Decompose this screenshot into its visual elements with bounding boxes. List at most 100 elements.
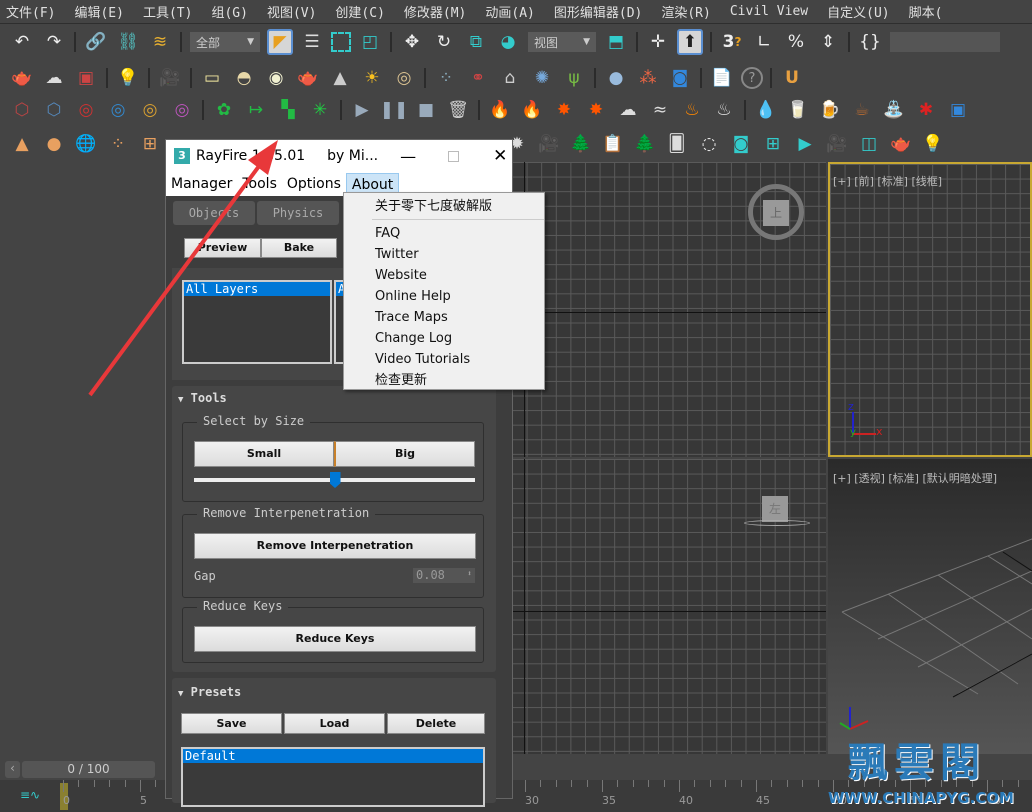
flame-icon[interactable]: ♨ xyxy=(679,97,705,123)
menu-create[interactable]: 创建(C) xyxy=(329,2,397,21)
fire-small-icon[interactable]: 🔥 xyxy=(519,97,545,123)
curve-editor-icon[interactable]: ≡∿ xyxy=(20,788,40,802)
cloud-icon[interactable]: ☁ xyxy=(41,65,67,91)
viewcube[interactable]: 左 xyxy=(762,496,788,522)
rayfire-titlebar[interactable]: 3 RayFire 1.85.01 by Mi... — ✕ xyxy=(166,140,512,172)
cone-icon[interactable]: ▲ xyxy=(9,131,35,157)
select-manipulate-icon[interactable]: ✛ xyxy=(645,29,671,55)
snaps-toggle-icon[interactable]: 3? xyxy=(719,29,745,55)
menu-item-online-help[interactable]: Online Help xyxy=(344,286,544,307)
panel-icon[interactable]: ◫ xyxy=(856,131,882,157)
orange-sphere-icon[interactable]: ● xyxy=(41,131,67,157)
refresh-ring-icon[interactable]: ◌ xyxy=(696,131,722,157)
bubbles-circle-icon[interactable]: ◎ xyxy=(137,97,163,123)
time-prev-button[interactable]: ‹ xyxy=(5,761,20,778)
dome-light-icon[interactable]: ◓ xyxy=(231,65,257,91)
explosion-icon[interactable]: ✸ xyxy=(551,97,577,123)
help-icon[interactable]: ? xyxy=(741,67,763,89)
viewcube[interactable]: 上 xyxy=(763,200,789,226)
teapot-icon[interactable]: 🫖 xyxy=(9,65,35,91)
splash-icon[interactable]: ✱ xyxy=(913,97,939,123)
redo-icon[interactable]: ↷ xyxy=(41,29,67,55)
play-icon[interactable]: ▶ xyxy=(349,97,375,123)
spinner-arrows-icon[interactable]: ⬍ xyxy=(467,569,472,578)
material-palette-icon[interactable]: ⁂ xyxy=(635,65,661,91)
split-view-icon[interactable]: ⊞ xyxy=(760,131,786,157)
menu-rendering[interactable]: 渲染(R) xyxy=(655,2,723,21)
preview-button[interactable]: Preview xyxy=(184,238,261,258)
unlink-icon[interactable]: ⛓ xyxy=(115,29,141,55)
menu-item-about-crack[interactable]: 关于零下七度破解版 xyxy=(344,196,544,217)
render-frame-icon[interactable]: ▣ xyxy=(73,65,99,91)
tab-objects[interactable]: Objects xyxy=(173,201,255,225)
import-icon[interactable]: 📄 xyxy=(709,65,735,91)
select-big-button[interactable]: Big xyxy=(334,441,475,467)
menu-modifiers[interactable]: 修改器(M) xyxy=(398,2,479,21)
named-selection-sets-icon[interactable]: {} xyxy=(857,29,883,55)
sphere-light-icon[interactable]: ◉ xyxy=(263,65,289,91)
scale-icon[interactable]: ⧉ xyxy=(463,29,489,55)
menu-item-faq[interactable]: FAQ xyxy=(344,223,544,244)
list-item[interactable]: All Layers xyxy=(184,282,330,296)
video-camera-icon[interactable]: 🎥 xyxy=(536,131,562,157)
render-view-icon[interactable]: ▶ xyxy=(792,131,818,157)
size-slider-thumb[interactable] xyxy=(329,472,341,488)
rollout-header[interactable]: ▼ Tools xyxy=(178,391,227,405)
displacement-icon[interactable]: ✺ xyxy=(529,65,555,91)
layers-sphere-icon[interactable]: ◙ xyxy=(728,131,754,157)
rectangular-selection-icon[interactable] xyxy=(331,32,351,52)
menu-edit[interactable]: 编辑(E) xyxy=(68,2,136,21)
menu-options[interactable]: Options xyxy=(282,173,346,195)
particles-icon[interactable]: ⁘ xyxy=(105,131,131,157)
rollout-header[interactable]: ▼ Presets xyxy=(178,685,241,699)
move-icon[interactable]: ✥ xyxy=(399,29,425,55)
pivot-center-icon[interactable]: ⬒ xyxy=(603,29,629,55)
teapot-outline-icon[interactable]: 🫖 xyxy=(888,131,914,157)
menu-item-twitter[interactable]: Twitter xyxy=(344,244,544,265)
placement-icon[interactable]: ◕ xyxy=(495,29,521,55)
tree-library-icon[interactable]: 📋 xyxy=(600,131,626,157)
menu-tools[interactable]: 工具(T) xyxy=(137,2,205,21)
viewport-front[interactable]: [+] [前] [标准] [线框] z x y xyxy=(828,162,1032,457)
area-light-icon[interactable]: ▭ xyxy=(199,65,225,91)
menu-item-change-log[interactable]: Change Log xyxy=(344,328,544,349)
pause-icon[interactable]: ❚❚ xyxy=(380,97,409,123)
minimize-button[interactable]: — xyxy=(400,147,416,166)
add-camera-icon[interactable]: 🎥 xyxy=(824,131,850,157)
maximize-button[interactable] xyxy=(448,150,460,162)
light-bulb-icon[interactable]: 💡 xyxy=(115,65,141,91)
selection-filter-dropdown[interactable]: 全部 ▼ xyxy=(190,32,260,52)
beer-icon[interactable]: 🍺 xyxy=(817,97,843,123)
ies-light-icon[interactable]: ◎ xyxy=(391,65,417,91)
rayfire-cube-red-icon[interactable]: ⬡ xyxy=(9,97,35,123)
rotate-icon[interactable]: ↻ xyxy=(431,29,457,55)
menu-item-check-update[interactable]: 检查更新 xyxy=(344,370,544,391)
water-circle-icon[interactable]: ◎ xyxy=(105,97,131,123)
tree-card-icon[interactable]: 🂠 xyxy=(664,131,690,157)
menu-civil-view[interactable]: Civil View xyxy=(724,4,821,19)
menu-customize[interactable]: 自定义(U) xyxy=(821,2,902,21)
trees-icon[interactable]: 🌲 xyxy=(568,131,594,157)
container-icon[interactable]: ▣ xyxy=(945,97,971,123)
spinner-snap-icon[interactable]: ⇕ xyxy=(815,29,841,55)
viewport-top[interactable]: 上 xyxy=(512,162,826,457)
menu-item-video-tutorials[interactable]: Video Tutorials xyxy=(344,349,544,370)
reduce-keys-button[interactable]: Reduce Keys xyxy=(194,626,476,652)
sun-icon[interactable]: ☀ xyxy=(359,65,385,91)
camera-icon[interactable]: 🎥 xyxy=(157,65,183,91)
viewport-label[interactable]: [+] [前] [标准] [线框] xyxy=(833,173,942,189)
globe-icon[interactable]: 🌐 xyxy=(73,131,99,157)
plane-icon[interactable]: ⌂ xyxy=(497,65,523,91)
menu-graph-editors[interactable]: 图形编辑器(D) xyxy=(548,2,655,21)
menu-manager[interactable]: Manager xyxy=(166,173,237,195)
gap-spinner[interactable]: 0.08 ⬍ xyxy=(413,568,475,583)
mesh-light-icon[interactable]: 🫖 xyxy=(295,65,321,91)
menu-file[interactable]: 文件(F) xyxy=(0,2,68,21)
grid-cube-icon[interactable]: ⊞ xyxy=(137,131,163,157)
stop-icon[interactable]: ■ xyxy=(413,97,439,123)
fire-circle-icon[interactable]: ◎ xyxy=(73,97,99,123)
smoke-trail-icon[interactable]: ≈ xyxy=(647,97,673,123)
explosion-small-icon[interactable]: ✸ xyxy=(583,97,609,123)
spot-light-icon[interactable]: ▲ xyxy=(327,65,353,91)
select-small-button[interactable]: Small xyxy=(194,441,334,467)
